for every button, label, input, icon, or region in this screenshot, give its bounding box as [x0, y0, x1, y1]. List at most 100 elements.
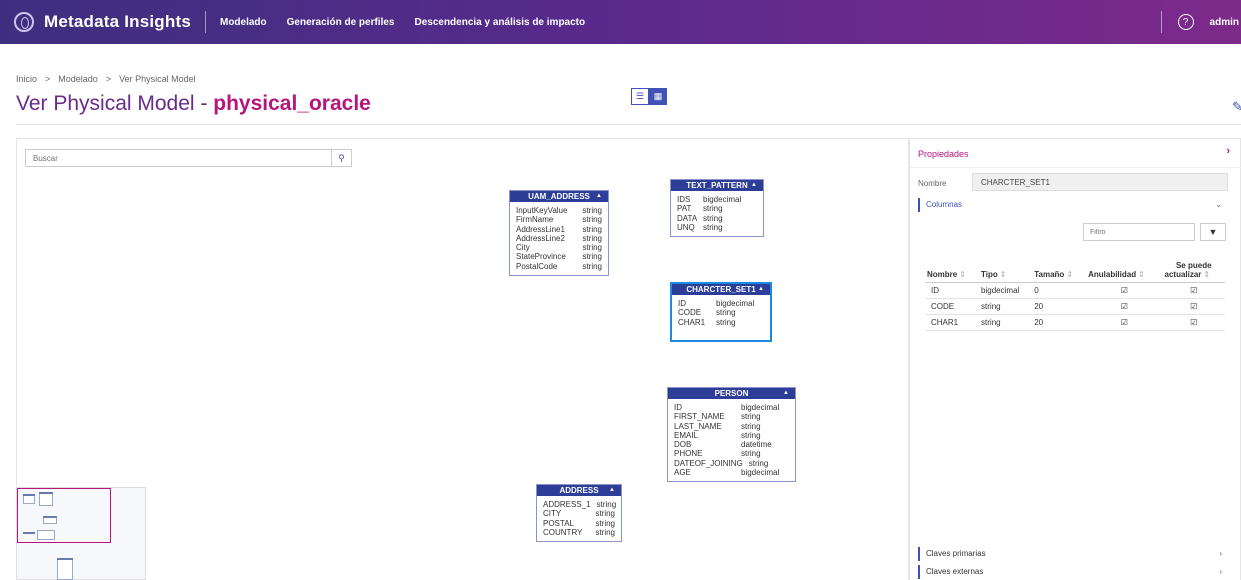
columns-section-header[interactable]: Columnas ⌄: [918, 198, 1234, 212]
help-icon[interactable]: ?: [1177, 14, 1194, 30]
entity-header[interactable]: ADDRESS ▲: [537, 485, 621, 496]
table-row[interactable]: ID bigdecimal 0 ☑ ☑: [925, 282, 1225, 299]
entity-column: CODE string: [678, 308, 764, 317]
breadcrumb-home[interactable]: Inicio: [16, 74, 37, 84]
column-name: POSTAL: [543, 518, 574, 528]
columns-table: Nombre ⇕ Tipo ⇕ Tamaño ⇕ Anulabilidad ⇕ Se p…: [925, 249, 1225, 331]
entity-title: ADDRESS: [559, 486, 599, 495]
nav-item-lineage[interactable]: Descendencia y análisis de impacto: [414, 17, 585, 28]
column-header-type[interactable]: Tipo ⇕: [979, 249, 1033, 283]
filter-icon[interactable]: ▼: [1200, 223, 1226, 241]
collapse-panel-chevron-icon[interactable]: ›: [1226, 145, 1230, 157]
nav-divider: [204, 11, 206, 33]
column-name: PostalCode: [516, 261, 558, 271]
entity-column: COUNTRY string: [543, 528, 615, 537]
cell-size: 20: [1032, 314, 1087, 331]
column-name: AddressLine2: [516, 233, 565, 243]
entity-column: IDS bigdecimal: [677, 195, 757, 204]
column-type: string: [703, 222, 723, 232]
cell-name: CODE: [925, 298, 980, 315]
entity-column: DATEOF_JOINING string: [674, 459, 789, 468]
column-name: StateProvince: [516, 252, 566, 262]
entity-text-pattern[interactable]: TEXT_PATTERN ▲ IDS bigdecimal PAT string DA…: [670, 179, 764, 238]
column-name: LAST_NAME: [674, 421, 722, 431]
column-name: CODE: [678, 308, 702, 318]
entity-header[interactable]: UAM_ADDRESS ▲: [510, 191, 608, 202]
column-type: string: [582, 243, 602, 253]
column-type: string: [595, 527, 615, 537]
minimap-viewport[interactable]: [17, 488, 111, 543]
name-field: CHARCTER_SET1: [972, 173, 1228, 191]
column-type: string: [741, 412, 761, 422]
sort-icon[interactable]: ⇕: [1000, 270, 1007, 279]
sort-icon[interactable]: ⇕: [1203, 270, 1210, 279]
app-title[interactable]: Metadata Insights: [44, 12, 191, 32]
app-logo-icon: [14, 12, 34, 32]
edit-pencil-icon[interactable]: ✎: [1232, 99, 1241, 115]
column-type: string: [748, 458, 769, 468]
sort-icon[interactable]: ⇕: [1066, 270, 1073, 279]
search-input[interactable]: [26, 150, 331, 166]
column-name: ADDRESS_1: [543, 500, 591, 509]
entity-uam-address[interactable]: UAM_ADDRESS ▲ InputKeyValue string FirmNam…: [509, 190, 609, 277]
page-title: Ver Physical Model - physical_oracle: [16, 92, 371, 116]
column-type: string: [716, 308, 736, 318]
entity-person[interactable]: PERSON ▲ ID bigdecimal FIRST_NAME string LA…: [667, 387, 796, 483]
column-name: DOB: [674, 440, 692, 450]
user-menu[interactable]: admin: [1210, 17, 1239, 28]
collapse-caret-icon[interactable]: ▲: [596, 191, 602, 202]
model-canvas[interactable]: [16, 138, 909, 580]
entity-column: AddressLine1 string: [516, 225, 602, 234]
chevron-right-icon[interactable]: ›: [1219, 565, 1222, 579]
foreign-keys-section[interactable]: Claves externas ›: [918, 565, 1234, 579]
cell-type: string: [979, 298, 1033, 315]
collapse-caret-icon[interactable]: ▲: [758, 284, 764, 295]
entity-column: DOB datetime: [674, 440, 789, 449]
entity-title: CHARCTER_SET1: [686, 285, 756, 294]
entity-header[interactable]: TEXT_PATTERN ▲: [671, 180, 763, 191]
column-type: string: [582, 224, 602, 234]
breadcrumb-modelado[interactable]: Modelado: [58, 74, 98, 84]
column-header-updatable[interactable]: Se puede actualizar ⇕: [1162, 249, 1225, 283]
column-type: string: [703, 213, 723, 223]
column-header-size[interactable]: Tamaño ⇕: [1032, 249, 1087, 283]
table-row[interactable]: CHAR1 string 20 ☑ ☑: [925, 314, 1225, 331]
view-toggle: ☰ ▦: [631, 88, 667, 105]
entity-header[interactable]: PERSON ▲: [668, 388, 795, 399]
column-name: DATEOF_JOINING: [674, 458, 743, 468]
sort-icon[interactable]: ⇕: [959, 270, 966, 279]
collapse-caret-icon[interactable]: ▲: [783, 388, 789, 399]
entity-charcter-set1[interactable]: CHARCTER_SET1 ▲ ID bigdecimal CODE string C…: [670, 282, 772, 342]
grid-view-icon[interactable]: ▦: [649, 88, 667, 105]
column-header-name[interactable]: Nombre ⇕: [925, 249, 980, 283]
chevron-down-icon[interactable]: ⌄: [1215, 198, 1222, 212]
column-header-nullable[interactable]: Anulabilidad ⇕: [1086, 249, 1163, 283]
nav-item-modelado[interactable]: Modelado: [220, 17, 267, 28]
entity-header[interactable]: CHARCTER_SET1 ▲: [672, 284, 770, 295]
sort-icon[interactable]: ⇕: [1138, 270, 1145, 279]
header-label: Tamaño: [1034, 269, 1065, 279]
search-icon[interactable]: ⚲: [331, 150, 351, 166]
chevron-right-icon[interactable]: ›: [1219, 547, 1222, 561]
collapse-caret-icon[interactable]: ▲: [609, 485, 615, 496]
entity-column: ID bigdecimal: [678, 299, 764, 308]
primary-keys-section[interactable]: Claves primarias ›: [918, 547, 1234, 561]
column-type: string: [596, 500, 617, 509]
column-type: string: [595, 509, 615, 519]
header-label: actualizar: [1164, 269, 1202, 279]
canvas-minimap[interactable]: [16, 487, 146, 580]
entity-address[interactable]: ADDRESS ▲ ADDRESS_1 string CITY string POST…: [536, 484, 622, 543]
entity-column: AddressLine2 string: [516, 234, 602, 243]
entity-column: City string: [516, 243, 602, 252]
canvas-search: ⚲: [25, 149, 352, 167]
name-label: Nombre: [918, 179, 947, 188]
entity-column: UNQ string: [677, 223, 757, 232]
nav-item-profiling[interactable]: Generación de perfiles: [287, 17, 395, 28]
chevron-right-icon: >: [45, 74, 51, 84]
collapse-caret-icon[interactable]: ▲: [751, 180, 757, 191]
list-view-icon[interactable]: ☰: [631, 88, 649, 105]
filter-input[interactable]: [1083, 223, 1195, 241]
minimap-entity-header: [57, 558, 73, 560]
table-row[interactable]: CODE string 20 ☑ ☑: [925, 298, 1225, 315]
column-name: FIRST_NAME: [674, 412, 725, 422]
